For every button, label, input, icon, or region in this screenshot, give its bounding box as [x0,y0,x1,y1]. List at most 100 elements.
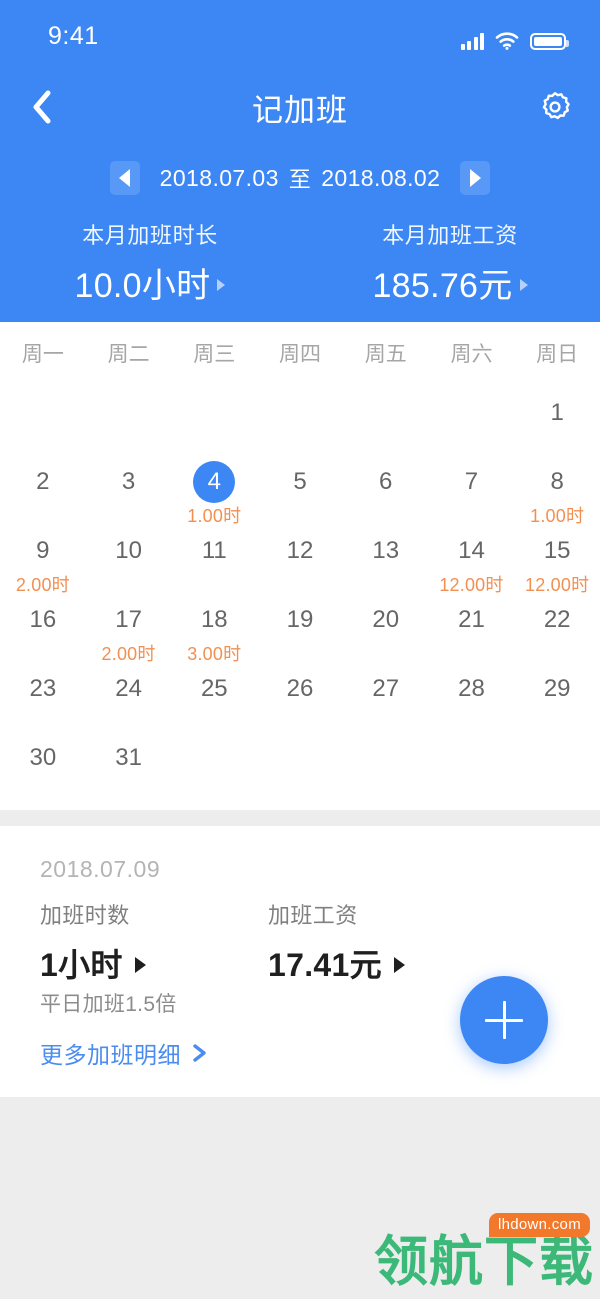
day-number: 7 [464,468,479,495]
calendar-day-empty [257,731,343,800]
day-number: 20 [372,606,400,633]
calendar-week-row: 23 24 25 26 27 28 29 [0,662,600,731]
calendar-day-24[interactable]: 24 [86,662,172,731]
calendar-day-23[interactable]: 23 [0,662,86,731]
settings-button[interactable] [530,66,580,148]
calendar-day-6[interactable]: 6 [343,455,429,524]
summary-overtime-wage: 本月加班工资 185.76元 [300,218,600,307]
calendar-day-empty [257,386,343,455]
calendar-day-2[interactable]: 2 [0,455,86,524]
day-number: 6 [379,468,393,495]
calendar-day-5[interactable]: 5 [257,455,343,524]
next-period-button[interactable] [460,161,491,195]
detail-wage-column: 加班工资 17.41元 [268,898,496,986]
summary-hours-label: 本月加班时长 [82,223,218,248]
wifi-icon [495,32,519,50]
day-number: 3 [121,468,136,495]
day-number: 19 [286,606,314,633]
detail-wage-value: 17.41元 [268,947,382,983]
prev-period-button[interactable] [109,161,140,195]
calendar-day-22[interactable]: 22 [514,593,600,662]
calendar-week-row: 30 31 [0,731,600,800]
calendar-day-18[interactable]: 18 3.00时 [171,593,257,664]
day-number: 10 [115,537,142,564]
calendar-day-26[interactable]: 26 [257,662,343,731]
day-number: 29 [543,675,571,702]
calendar: 周一 周二 周三 周四 周五 周六 周日 1 2 3 4 1.00时 5 6 7 8 1.00时 9 2.00时 1… [0,322,600,810]
day-number: 4 [193,461,236,503]
calendar-day-11[interactable]: 11 [171,524,257,593]
day-number: 13 [372,537,400,564]
summary-wage-value-button[interactable]: 185.76元 [372,258,528,307]
summary-wage-value: 185.76元 [372,267,513,305]
detail-wage-button[interactable]: 17.41元 [268,940,496,986]
calendar-day-16[interactable]: 16 [0,593,86,662]
calendar-day-9[interactable]: 9 2.00时 [0,524,86,595]
detail-hours-value: 1小时 [40,947,123,983]
add-overtime-fab[interactable] [460,976,548,1064]
weekday-header-3: 周四 [279,343,322,366]
day-number: 28 [458,675,485,702]
detail-hours-column: 加班时数 1小时 [0,898,268,986]
range-start: 2018.07.03 [159,164,279,191]
phone-screen: 9:41 记加班 2018.07.03 至 2018.08.02 本月加班时长 … [0,0,600,1299]
page-title: 记加班 [252,92,348,128]
summary-hours-value-button[interactable]: 10.0小时 [75,258,226,307]
day-number: 16 [29,606,57,633]
calendar-day-4[interactable]: 4 1.00时 [171,455,257,526]
calendar-day-10[interactable]: 10 [86,524,172,593]
day-number: 5 [293,468,307,495]
more-details-link[interactable]: 更多加班明细 [40,1036,209,1070]
calendar-day-8[interactable]: 8 1.00时 [514,455,600,526]
calendar-day-3[interactable]: 3 [86,455,172,524]
more-details-label: 更多加班明细 [40,1042,181,1068]
calendar-day-1[interactable]: 1 [514,386,600,455]
detail-date: 2018.07.09 [40,856,161,882]
range-end: 2018.08.02 [321,164,441,191]
calendar-day-15[interactable]: 15 12.00时 [514,524,600,595]
day-number: 14 [458,537,485,564]
calendar-day-17[interactable]: 17 2.00时 [86,593,172,664]
calendar-day-7[interactable]: 7 [429,455,515,524]
calendar-week-row: 16 17 2.00时 18 3.00时 19 20 21 22 [0,593,600,664]
calendar-day-27[interactable]: 27 [343,662,429,731]
weekday-header-0: 周一 [21,343,64,366]
calendar-day-21[interactable]: 21 [429,593,515,662]
date-range-selector: 2018.07.03 至 2018.08.02 [0,155,600,201]
calendar-weekday-header: 周一 周二 周三 周四 周五 周六 周日 [0,322,600,384]
calendar-day-13[interactable]: 13 [343,524,429,593]
calendar-day-28[interactable]: 28 [429,662,515,731]
day-number: 31 [115,744,142,771]
calendar-day-30[interactable]: 30 [0,731,86,800]
day-number: 1 [550,399,564,426]
caret-right-icon [217,278,226,291]
calendar-day-31[interactable]: 31 [86,731,172,800]
calendar-week-row: 9 2.00时 10 11 12 13 14 12.00时 15 12.00时 [0,524,600,595]
calendar-day-empty [343,731,429,800]
day-number: 2 [36,468,50,495]
date-range-text[interactable]: 2018.07.03 至 2018.08.02 [160,162,441,194]
caret-right-icon [519,278,528,291]
day-number: 30 [29,744,57,771]
calendar-day-12[interactable]: 12 [257,524,343,593]
calendar-day-20[interactable]: 20 [343,593,429,662]
calendar-day-29[interactable]: 29 [514,662,600,731]
calendar-day-empty [343,386,429,455]
calendar-day-25[interactable]: 25 [171,662,257,731]
detail-hours-button[interactable]: 1小时 [40,940,268,986]
calendar-day-empty [171,386,257,455]
caret-right-icon [393,956,405,973]
calendar-day-empty [86,386,172,455]
weekday-header-6: 周日 [536,343,579,366]
weekday-header-2: 周三 [193,343,236,366]
section-divider [0,810,600,826]
monthly-summary: 本月加班时长 10.0小时 本月加班工资 185.76元 [0,218,600,307]
calendar-day-19[interactable]: 19 [257,593,343,662]
day-number: 26 [286,675,314,702]
calendar-day-14[interactable]: 14 12.00时 [429,524,515,595]
app-header: 9:41 记加班 2018.07.03 至 2018.08.02 本月加班时长 … [0,0,600,322]
day-number: 8 [550,468,564,495]
watermark-text: 领航下载 [374,1232,594,1292]
day-number: 9 [36,537,50,564]
watermark-badge: lhdown.com [488,1213,590,1237]
